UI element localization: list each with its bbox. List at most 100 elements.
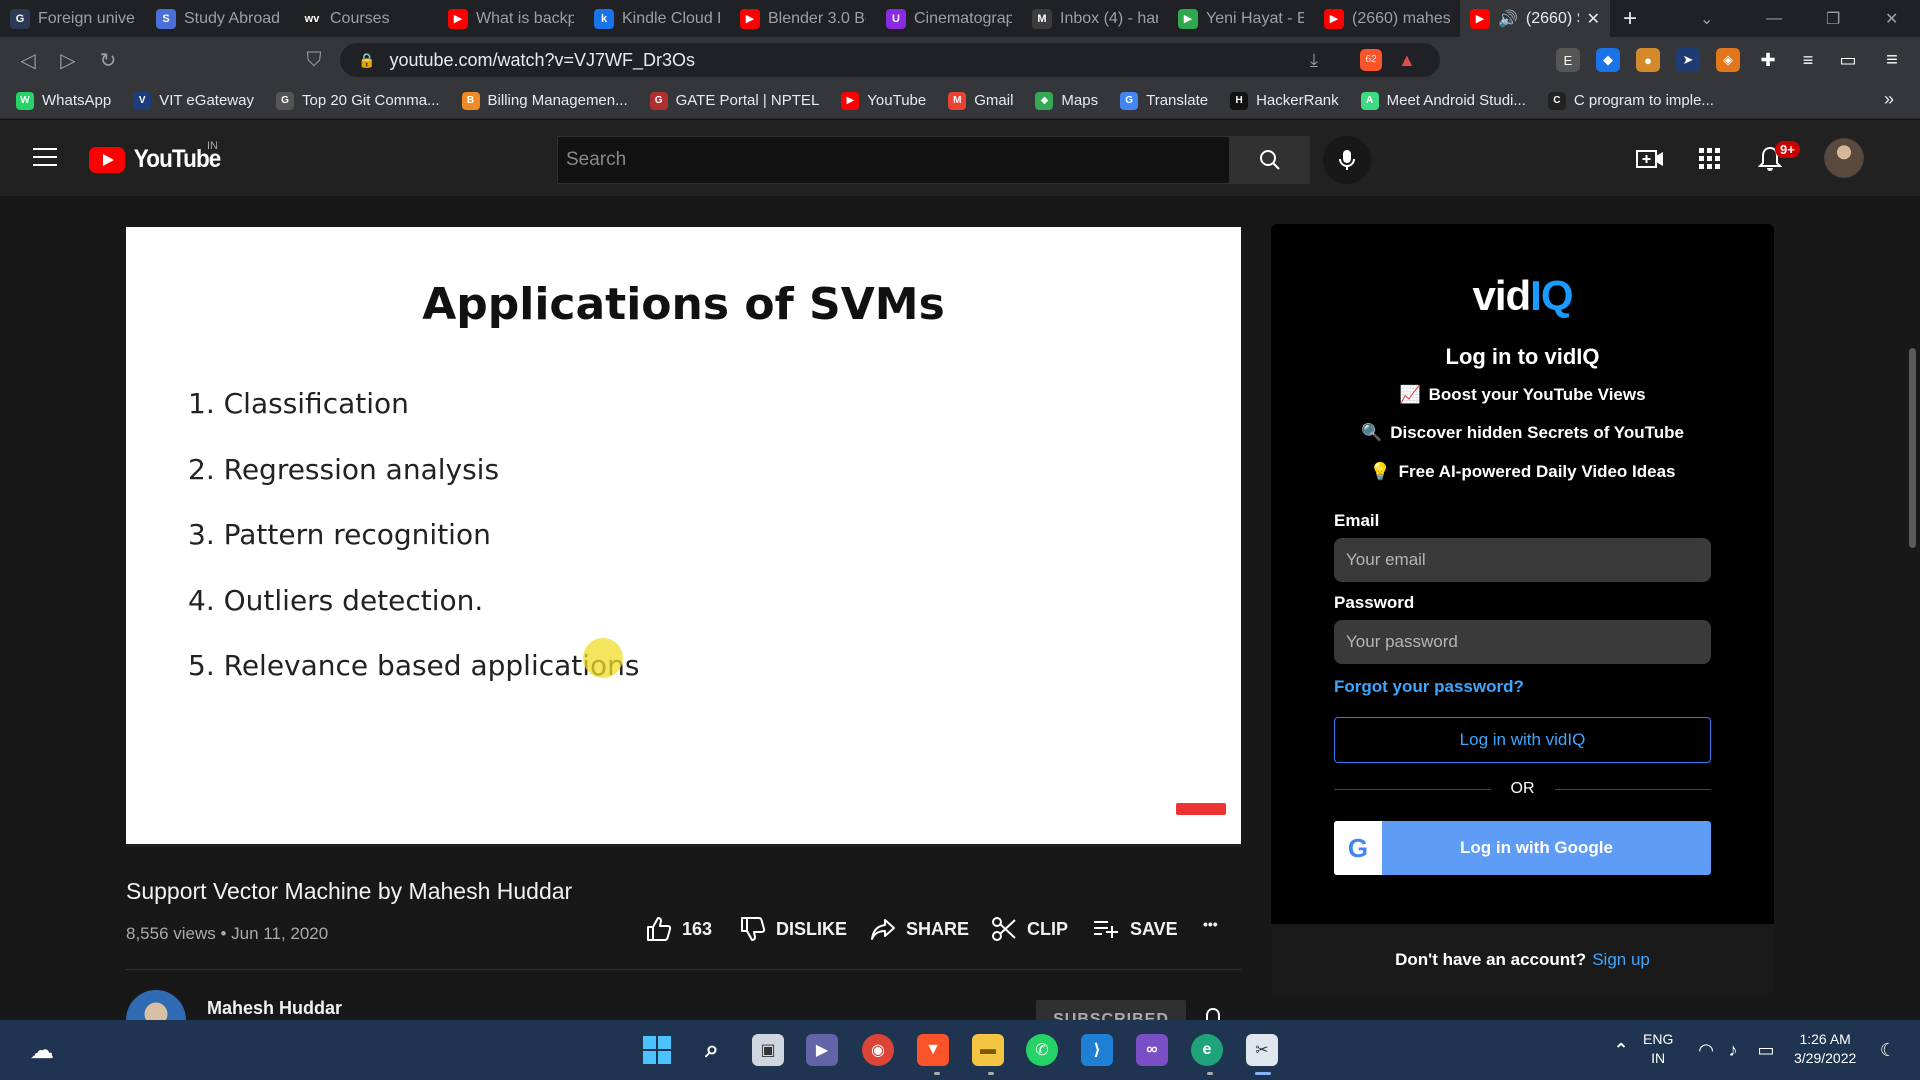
- back-icon[interactable]: ◁: [8, 48, 48, 73]
- more-bookmarks-button[interactable]: »: [1884, 89, 1894, 110]
- browser-tab[interactable]: k Kindle Cloud R: [584, 0, 730, 37]
- tab-search-icon[interactable]: ⌄: [1700, 0, 1713, 37]
- vscode-icon[interactable]: ⟩: [1081, 1034, 1113, 1066]
- snipping-tool-icon[interactable]: ✂: [1246, 1034, 1278, 1066]
- task-view-icon[interactable]: ▣: [752, 1034, 784, 1066]
- login-google-button[interactable]: G Log in with Google: [1334, 821, 1711, 875]
- more-actions-button[interactable]: •••: [1203, 916, 1218, 932]
- brave-shield-icon[interactable]: 62: [1360, 49, 1382, 71]
- dislike-button[interactable]: DISLIKE: [740, 916, 847, 942]
- bookmark-item[interactable]: A Meet Android Studi...: [1360, 91, 1526, 110]
- extension-e-icon[interactable]: E: [1556, 48, 1580, 72]
- tab-favicon-icon: ▶: [448, 8, 468, 29]
- subscribed-button[interactable]: SUBSCRIBED: [1036, 1000, 1186, 1020]
- language-indicator[interactable]: ENG IN: [1643, 1030, 1673, 1068]
- channel-avatar[interactable]: [126, 990, 186, 1020]
- browser-menu-icon[interactable]: ≡: [1880, 48, 1904, 72]
- create-video-icon[interactable]: [1635, 144, 1665, 174]
- start-button[interactable]: [641, 1034, 673, 1066]
- bookmark-item[interactable]: ◆ Maps: [1035, 91, 1098, 110]
- youtube-play-icon: [89, 146, 125, 173]
- browser-tab[interactable]: ▶ What is backpr: [438, 0, 584, 37]
- channel-name[interactable]: Mahesh Huddar: [207, 998, 342, 1019]
- audio-icon[interactable]: 🔊: [1498, 9, 1518, 29]
- new-tab-button[interactable]: +: [1610, 5, 1650, 33]
- video-player[interactable]: Applications of SVMs 1. Classification 2…: [126, 227, 1241, 847]
- extensions-puzzle-icon[interactable]: ✚: [1756, 48, 1780, 72]
- scrollbar-thumb[interactable]: [1909, 348, 1916, 548]
- browser-tab[interactable]: G Foreign univers: [0, 0, 146, 37]
- bookmark-item[interactable]: V VIT eGateway: [133, 91, 254, 110]
- bookmark-item[interactable]: G GATE Portal | NPTEL: [649, 91, 819, 110]
- extension-blue-icon[interactable]: ◆: [1596, 48, 1620, 72]
- reading-list-icon[interactable]: ≡: [1796, 48, 1820, 72]
- notification-center-icon[interactable]: ☾: [1872, 1034, 1904, 1066]
- bookmark-item[interactable]: ▶ YouTube: [841, 91, 926, 110]
- email-field[interactable]: [1334, 538, 1711, 582]
- player-progress-bar[interactable]: [126, 844, 1241, 847]
- clock[interactable]: 1:26 AM 3/29/2022: [1794, 1030, 1856, 1068]
- like-button[interactable]: 163: [646, 916, 712, 942]
- bookmark-item[interactable]: C C program to imple...: [1547, 91, 1714, 110]
- browser-tab[interactable]: ▶ Yeni Hayat - Ep: [1168, 0, 1314, 37]
- browser-tab[interactable]: ▶ (2660) mahesh: [1314, 0, 1460, 37]
- channel-bell-icon[interactable]: [1203, 1008, 1223, 1020]
- bookmark-item[interactable]: B Billing Managemen...: [461, 91, 628, 110]
- brave-icon[interactable]: ▼: [917, 1034, 949, 1066]
- search-taskbar-icon[interactable]: ⌕: [696, 1034, 728, 1066]
- youtube-logo[interactable]: YouTube: [89, 145, 225, 174]
- battery-icon[interactable]: ▭: [1750, 1034, 1782, 1066]
- address-bar[interactable]: 🔒 youtube.com/watch?v=VJ7WF_Dr3Os ⤓ 62 ▲: [340, 43, 1440, 77]
- signup-link[interactable]: Sign up: [1592, 950, 1650, 970]
- search-button[interactable]: [1230, 136, 1310, 184]
- bookmark-item[interactable]: G Translate: [1120, 91, 1208, 110]
- close-tab-icon[interactable]: ✕: [1587, 9, 1600, 29]
- minimize-button[interactable]: —: [1766, 0, 1782, 37]
- visual-studio-icon[interactable]: ∞: [1136, 1034, 1168, 1066]
- volume-icon[interactable]: ♪: [1717, 1034, 1749, 1066]
- apps-grid-icon[interactable]: [1695, 144, 1725, 174]
- forgot-password-link[interactable]: Forgot your password?: [1334, 677, 1524, 697]
- cursor-extension-icon[interactable]: ➤: [1676, 48, 1700, 72]
- search-input[interactable]: [566, 149, 1229, 171]
- reload-icon[interactable]: ↻: [88, 48, 128, 73]
- forward-icon[interactable]: ▷: [48, 48, 88, 73]
- file-explorer-icon[interactable]: ▬: [972, 1034, 1004, 1066]
- browser-tab[interactable]: S Study Abroad C: [146, 0, 292, 37]
- metamask-icon[interactable]: ◈: [1716, 48, 1740, 72]
- bookmark-item[interactable]: W WhatsApp: [16, 91, 111, 110]
- search-icon: [1260, 150, 1280, 170]
- browser-tab[interactable]: ▶ Blender 3.0 Be: [730, 0, 876, 37]
- clip-label: CLIP: [1027, 918, 1069, 939]
- clip-button[interactable]: CLIP: [991, 916, 1068, 942]
- bookmark-item[interactable]: M Gmail: [948, 91, 1013, 110]
- weather-icon[interactable]: ☁: [26, 1034, 58, 1066]
- voice-search-button[interactable]: [1323, 136, 1371, 184]
- edge-icon[interactable]: e: [1191, 1034, 1223, 1066]
- running-app-indicator: [988, 1072, 994, 1075]
- password-field[interactable]: [1334, 620, 1711, 664]
- bookmark-item[interactable]: H HackerRank: [1230, 91, 1339, 110]
- save-button[interactable]: SAVE: [1092, 916, 1178, 942]
- browser-tab[interactable]: U Cinematograph: [876, 0, 1022, 37]
- bookmark-item[interactable]: G Top 20 Git Comma...: [275, 91, 440, 110]
- close-window-button[interactable]: ✕: [1885, 0, 1898, 37]
- brave-rewards-icon[interactable]: ▲: [1398, 50, 1416, 71]
- cookie-icon[interactable]: ●: [1636, 48, 1660, 72]
- page-scrollbar[interactable]: [1905, 196, 1920, 1020]
- install-icon[interactable]: ⤓: [1310, 50, 1318, 71]
- menu-icon[interactable]: [33, 148, 57, 166]
- wallet-icon[interactable]: ▭: [1836, 48, 1860, 72]
- teams-chat-icon[interactable]: ▶: [806, 1034, 838, 1066]
- browser-tab[interactable]: M Inbox (4) - harr: [1022, 0, 1168, 37]
- show-hidden-icons[interactable]: ⌃: [1605, 1034, 1637, 1066]
- bookmark-icon[interactable]: ⛉: [294, 49, 334, 72]
- share-button[interactable]: SHARE: [870, 916, 969, 942]
- restore-button[interactable]: ❐: [1826, 0, 1840, 37]
- whatsapp-icon[interactable]: ✆: [1026, 1034, 1058, 1066]
- account-avatar[interactable]: [1824, 138, 1864, 178]
- browser-tab[interactable]: wv Courses: [292, 0, 438, 37]
- login-vidiq-button[interactable]: Log in with vidIQ: [1334, 717, 1711, 763]
- chrome-icon[interactable]: ◉: [862, 1034, 894, 1066]
- browser-tab-active[interactable]: ▶ 🔊 (2660) S ✕: [1460, 0, 1610, 37]
